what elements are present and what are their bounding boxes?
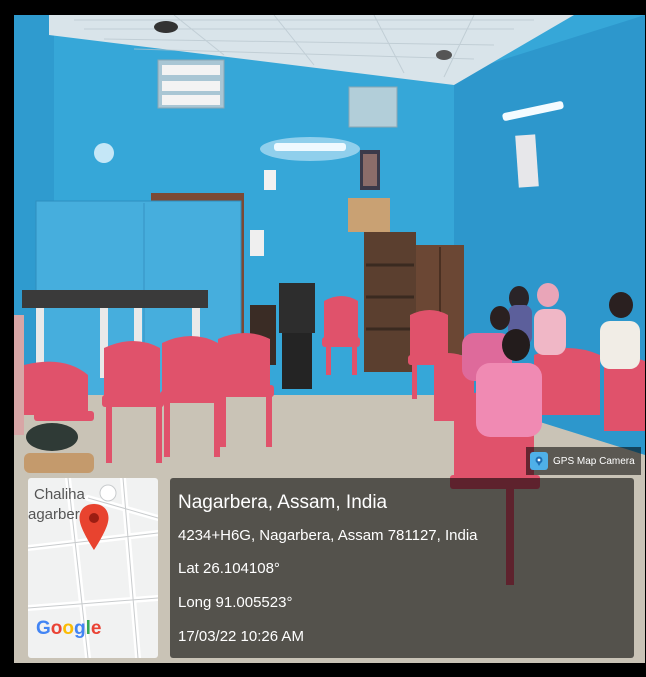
map-pin-icon — [530, 452, 548, 470]
map-place-label-2: agarber — [28, 506, 80, 523]
location-address: 4234+H6G, Nagarbera, Assam 781127, India — [178, 527, 478, 544]
gps-map-camera-badge: GPS Map Camera — [526, 447, 641, 475]
google-logo-letter: o — [62, 618, 74, 639]
badge-label: GPS Map Camera — [553, 455, 635, 467]
map-place-label: Chaliha — [34, 486, 85, 503]
location-info-panel: Nagarbera, Assam, India 4234+H6G, Nagarb… — [170, 478, 634, 658]
google-logo-letter: G — [36, 618, 51, 639]
map-thumbnail: Chaliha agarber Google — [28, 478, 158, 658]
latitude-readout: Lat 26.104108° — [178, 560, 280, 577]
room-photo: GPS Map Camera Chaliha agarber Google Na… — [14, 15, 645, 663]
google-logo: Google — [36, 618, 101, 640]
google-logo-letter: e — [90, 618, 102, 639]
longitude-readout: Long 91.005523° — [178, 594, 293, 611]
photo-frame: GPS Map Camera Chaliha agarber Google Na… — [0, 0, 646, 677]
location-title: Nagarbera, Assam, India — [178, 492, 388, 513]
google-logo-letter: o — [50, 618, 63, 639]
timestamp-readout: 17/03/22 10:26 AM — [178, 628, 304, 645]
google-logo-letter: g — [74, 618, 86, 639]
